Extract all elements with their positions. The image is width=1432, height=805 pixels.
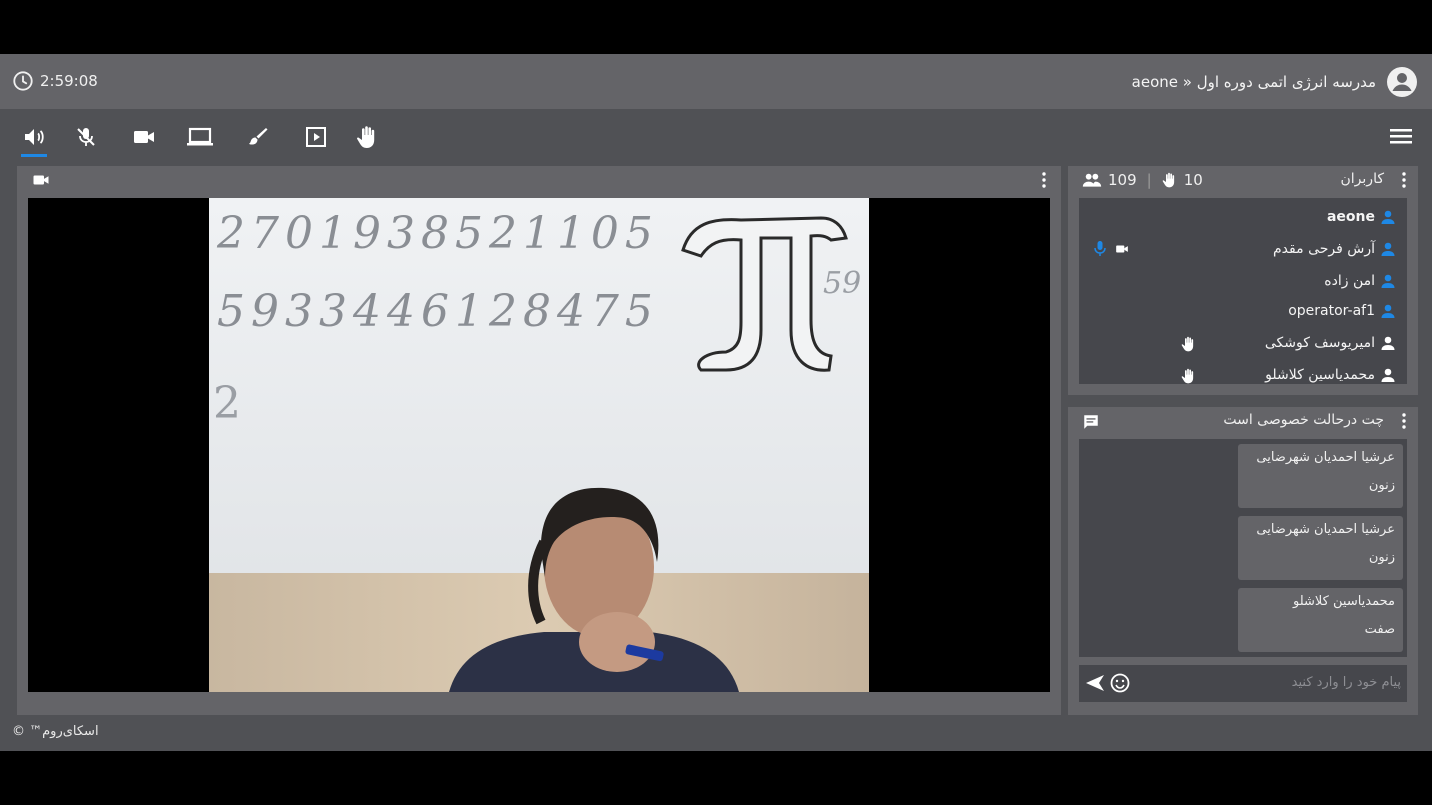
board-digits-line2: 5933446128475 bbox=[217, 286, 659, 337]
user-counts: 109 | 10 bbox=[1082, 171, 1203, 189]
media-play-icon bbox=[306, 127, 326, 147]
mic-on-icon bbox=[1094, 241, 1106, 256]
screen-share-icon bbox=[187, 127, 213, 146]
chat-message-author: عرشیا احمدیان شهرضایی bbox=[1256, 450, 1395, 465]
user-icon bbox=[1381, 274, 1395, 288]
user-name: آرش فرحی مقدم bbox=[1273, 241, 1375, 257]
users-list[interactable]: aeone آرش فرحی مقدم امن زاده operator-af… bbox=[1079, 198, 1407, 384]
total-users-count: 109 bbox=[1108, 171, 1137, 189]
raised-hands-count: 10 bbox=[1183, 171, 1203, 189]
chat-message: عرشیا احمدیان شهرضایی زنون bbox=[1238, 516, 1403, 580]
app-window: 2:59:08 aeone » مدرسه انرژی اتمی دوره او… bbox=[0, 54, 1432, 751]
video-panel: 2701938521105 5933446128475 2 59 bbox=[17, 166, 1061, 715]
user-icon bbox=[1381, 304, 1395, 318]
chat-message: عرشیا احمدیان شهرضایی زنون bbox=[1238, 444, 1403, 508]
user-row[interactable]: امیریوسف کوشکی bbox=[1079, 327, 1407, 359]
counts-divider: | bbox=[1146, 171, 1152, 189]
users-panel-title: کاربران bbox=[1340, 171, 1384, 187]
webcam-feed: 2701938521105 5933446128475 2 59 bbox=[209, 198, 869, 692]
room-title: aeone » مدرسه انرژی اتمی دوره اول bbox=[1131, 73, 1376, 91]
user-row[interactable]: محمدیاسین کلاشلو bbox=[1079, 359, 1407, 384]
user-icon bbox=[1381, 336, 1395, 350]
person-silhouette bbox=[449, 487, 739, 692]
media-button[interactable] bbox=[302, 123, 330, 151]
send-icon[interactable] bbox=[1085, 674, 1105, 692]
users-panel: 109 | 10 کاربران aeone آرش فرحی مقدم امن… bbox=[1068, 166, 1418, 395]
raise-hand-icon bbox=[1181, 368, 1194, 384]
whiteboard-brush-icon bbox=[249, 128, 268, 145]
clock-icon bbox=[13, 71, 33, 91]
footer-copyright: اسکای‌روم™ © bbox=[12, 724, 99, 739]
top-bar: 2:59:08 aeone » مدرسه انرژی اتمی دوره او… bbox=[0, 54, 1432, 109]
board-digits-left: 2 bbox=[213, 378, 241, 429]
raise-hand-icon bbox=[1181, 336, 1194, 352]
chat-input[interactable]: پیام خود را وارد کنید bbox=[1079, 665, 1407, 702]
camera-icon bbox=[134, 131, 154, 143]
room-title-area: aeone » مدرسه انرژی اتمی دوره اول bbox=[1132, 66, 1418, 98]
chat-options-kebab-icon[interactable] bbox=[1402, 413, 1406, 429]
pi-symbol bbox=[681, 216, 848, 372]
chat-panel: چت درحالت خصوصی است عرشیا احمدیان شهرضای… bbox=[1068, 407, 1418, 715]
user-name: امیریوسف کوشکی bbox=[1264, 335, 1375, 351]
user-icon bbox=[1381, 210, 1395, 224]
user-row[interactable]: operator-af1 bbox=[1079, 295, 1407, 327]
chat-panel-header: چت درحالت خصوصی است bbox=[1068, 407, 1418, 435]
board-digits-line1: 2701938521105 bbox=[217, 208, 659, 259]
user-name: operator-af1 bbox=[1288, 303, 1375, 319]
user-row-aeone[interactable]: aeone bbox=[1079, 201, 1407, 233]
user-row[interactable]: امن زاده bbox=[1079, 265, 1407, 297]
camera-toggle-button[interactable] bbox=[130, 123, 158, 151]
user-icon bbox=[1381, 242, 1395, 256]
user-icon bbox=[1381, 368, 1395, 382]
chat-messages[interactable]: عرشیا احمدیان شهرضایی زنون عرشیا احمدیان… bbox=[1079, 439, 1407, 657]
chat-message: محمدیاسین کلاشلو صفت bbox=[1238, 588, 1403, 652]
camera-icon bbox=[1116, 245, 1128, 253]
chat-input-placeholder: پیام خود را وارد کنید bbox=[1291, 675, 1401, 690]
video-options-kebab-icon[interactable] bbox=[1042, 172, 1046, 188]
whiteboard-button[interactable] bbox=[244, 123, 272, 151]
raise-hand-icon bbox=[357, 126, 375, 148]
chat-bubble-icon bbox=[1084, 415, 1098, 429]
users-panel-header: 109 | 10 کاربران bbox=[1068, 166, 1418, 194]
user-name: محمدیاسین کلاشلو bbox=[1265, 367, 1375, 383]
user-name: aeone bbox=[1326, 209, 1375, 225]
chat-panel-title: چت درحالت خصوصی است bbox=[1223, 412, 1384, 428]
chat-message-text: زنون bbox=[1368, 478, 1395, 493]
speaker-icon bbox=[25, 129, 44, 145]
clock-text: 2:59:08 bbox=[40, 72, 98, 90]
raise-hand-icon bbox=[1162, 172, 1174, 188]
people-icon bbox=[1082, 173, 1102, 187]
users-options-kebab-icon[interactable] bbox=[1402, 172, 1406, 188]
video-panel-header bbox=[17, 166, 1061, 194]
account-circle-icon[interactable] bbox=[1386, 66, 1418, 98]
toolbar bbox=[0, 109, 1432, 165]
speaker-button[interactable] bbox=[20, 123, 48, 157]
chat-message-author: محمدیاسین کلاشلو bbox=[1293, 594, 1395, 609]
user-name: امن زاده bbox=[1324, 273, 1375, 289]
emoji-icon[interactable] bbox=[1110, 673, 1130, 693]
chat-message-text: زنون bbox=[1368, 550, 1395, 565]
hamburger-menu-icon[interactable] bbox=[1390, 125, 1412, 147]
mic-off-icon bbox=[77, 128, 95, 146]
video-stage: 2701938521105 5933446128475 2 59 bbox=[28, 198, 1050, 692]
raise-hand-button[interactable] bbox=[354, 123, 382, 151]
chat-message-author: عرشیا احمدیان شهرضایی bbox=[1256, 522, 1395, 537]
screen-share-button[interactable] bbox=[186, 123, 214, 151]
session-clock: 2:59:08 bbox=[12, 70, 98, 92]
chat-message-text: صفت bbox=[1364, 622, 1395, 637]
camera-icon bbox=[33, 175, 49, 185]
user-row[interactable]: آرش فرحی مقدم bbox=[1079, 233, 1407, 265]
mic-toggle-button[interactable] bbox=[72, 123, 100, 151]
